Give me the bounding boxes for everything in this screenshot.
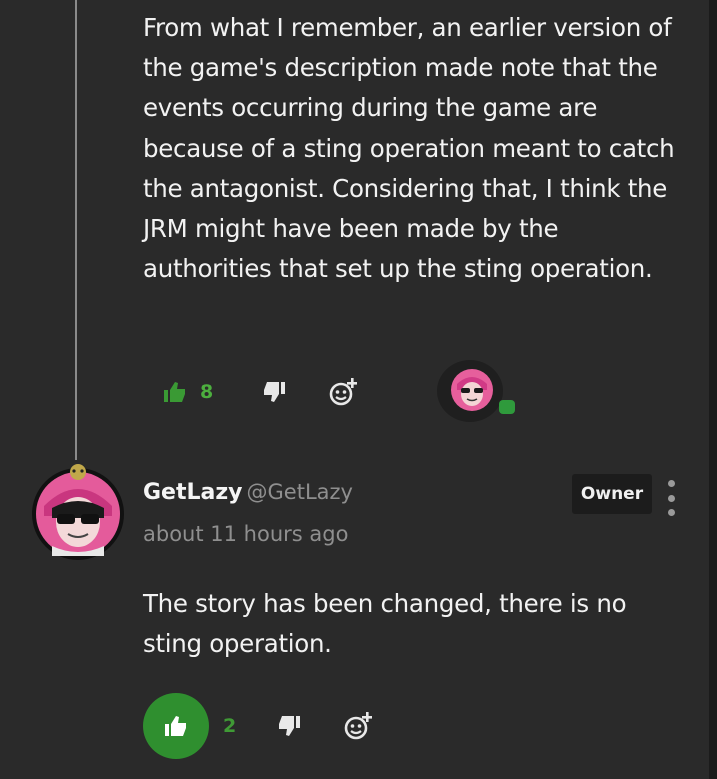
comment-thread: From what I remember, an earlier version…: [0, 0, 717, 779]
comment-actions: 8: [160, 370, 360, 414]
add-reaction-button[interactable]: [343, 710, 375, 742]
avatar-image: [32, 464, 124, 560]
comment-timestamp: about 11 hours ago: [143, 522, 349, 546]
author-name[interactable]: GetLazy @GetLazy: [143, 480, 353, 505]
reply-actions: 2: [143, 693, 375, 759]
scroll-edge: [709, 0, 717, 779]
author-username[interactable]: GetLazy: [143, 480, 243, 505]
more-options-button[interactable]: [660, 480, 682, 516]
thumbs-down-icon: [279, 716, 300, 736]
thumbs-up-icon: [164, 382, 185, 402]
more-vertical-icon-dot: [667, 480, 675, 487]
thumbs-up-icon: [165, 716, 186, 736]
author-handle[interactable]: @GetLazy: [247, 480, 353, 504]
thread-line: [75, 0, 77, 460]
author-avatar[interactable]: [28, 458, 128, 562]
like-button-active[interactable]: [143, 693, 209, 759]
like-count: 8: [200, 381, 214, 403]
reactor-avatar[interactable]: [437, 360, 515, 422]
comment-text: From what I remember, an earlier version…: [143, 13, 675, 284]
add-reaction-button[interactable]: [328, 376, 360, 408]
like-count: 2: [223, 715, 237, 737]
more-vertical-icon-dot: [667, 494, 675, 502]
like-button[interactable]: [160, 377, 190, 407]
dislike-button[interactable]: [273, 710, 305, 742]
dislike-button[interactable]: [258, 376, 290, 408]
chat-bubble-icon: [499, 400, 515, 414]
add-reaction-icon: [344, 712, 372, 740]
owner-badge: Owner: [572, 474, 652, 514]
add-reaction-icon: [329, 378, 357, 406]
more-vertical-icon-dot: [667, 509, 675, 516]
avatar-face-icon: [451, 369, 493, 411]
thumbs-down-icon: [264, 382, 285, 402]
reply-text: The story has been changed, there is no …: [143, 589, 627, 659]
